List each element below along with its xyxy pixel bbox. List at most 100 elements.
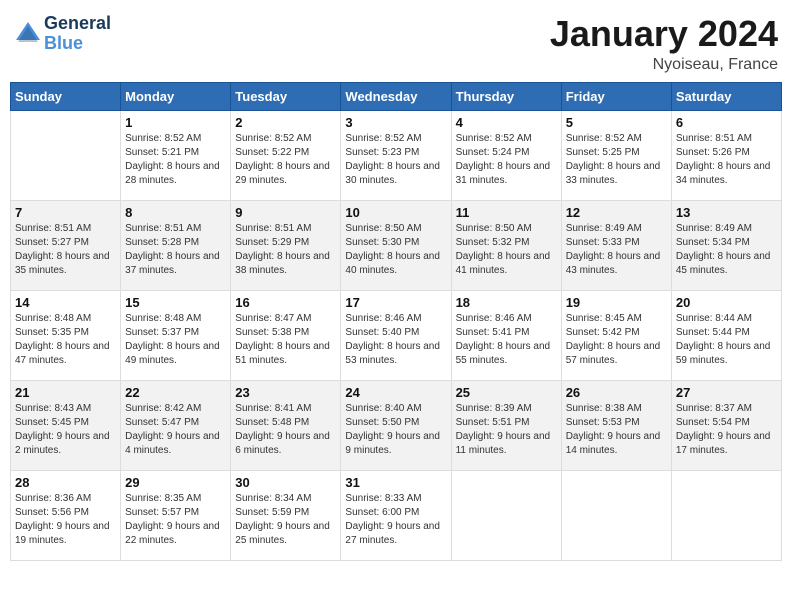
- calendar-day-cell: [671, 470, 781, 560]
- calendar-day-cell: 17Sunrise: 8:46 AMSunset: 5:40 PMDayligh…: [341, 290, 451, 380]
- sunrise-text: Sunrise: 8:50 AM: [345, 222, 446, 236]
- sunset-text: Sunset: 5:40 PM: [345, 326, 446, 340]
- day-number: 30: [235, 475, 336, 490]
- sunset-text: Sunset: 5:24 PM: [456, 146, 557, 160]
- sunrise-text: Sunrise: 8:52 AM: [456, 132, 557, 146]
- day-info: Sunrise: 8:52 AMSunset: 5:23 PMDaylight:…: [345, 132, 446, 188]
- day-number: 1: [125, 115, 226, 130]
- day-info: Sunrise: 8:43 AMSunset: 5:45 PMDaylight:…: [15, 402, 116, 458]
- daylight-text: Daylight: 8 hours and 49 minutes.: [125, 340, 226, 368]
- sunset-text: Sunset: 5:38 PM: [235, 326, 336, 340]
- daylight-text: Daylight: 9 hours and 27 minutes.: [345, 520, 446, 548]
- sunset-text: Sunset: 5:53 PM: [566, 416, 667, 430]
- day-info: Sunrise: 8:34 AMSunset: 5:59 PMDaylight:…: [235, 492, 336, 548]
- sunrise-text: Sunrise: 8:51 AM: [125, 222, 226, 236]
- sunrise-text: Sunrise: 8:40 AM: [345, 402, 446, 416]
- logo: General Blue: [14, 14, 111, 54]
- day-number: 22: [125, 385, 226, 400]
- daylight-text: Daylight: 9 hours and 19 minutes.: [15, 520, 116, 548]
- sunrise-text: Sunrise: 8:52 AM: [235, 132, 336, 146]
- daylight-text: Daylight: 8 hours and 37 minutes.: [125, 250, 226, 278]
- calendar-day-cell: 7 Sunrise: 8:51 AMSunset: 5:27 PMDaylight…: [11, 200, 121, 290]
- day-number: 28: [15, 475, 116, 490]
- location-title: Nyoiseau, France: [550, 56, 778, 74]
- day-info: Sunrise: 8:48 AMSunset: 5:35 PMDaylight:…: [15, 312, 116, 368]
- day-number: 10: [345, 205, 446, 220]
- sunrise-text: Sunrise: 8:48 AM: [15, 312, 116, 326]
- sunrise-text: Sunrise: 8:33 AM: [345, 492, 446, 506]
- calendar-day-cell: 28Sunrise: 8:36 AMSunset: 5:56 PMDayligh…: [11, 470, 121, 560]
- day-info: Sunrise: 8:42 AMSunset: 5:47 PMDaylight:…: [125, 402, 226, 458]
- daylight-text: Daylight: 8 hours and 55 minutes.: [456, 340, 557, 368]
- calendar-week-row: 1Sunrise: 8:52 AMSunset: 5:21 PMDaylight…: [11, 110, 782, 200]
- daylight-text: Daylight: 8 hours and 47 minutes.: [15, 340, 116, 368]
- sunset-text: Sunset: 5:47 PM: [125, 416, 226, 430]
- day-info: Sunrise: 8:40 AMSunset: 5:50 PMDaylight:…: [345, 402, 446, 458]
- calendar-day-cell: 12 Sunrise: 8:49 AMSunset: 5:33 PMDayligh…: [561, 200, 671, 290]
- day-number: 12: [566, 205, 667, 220]
- sunset-text: Sunset: 5:41 PM: [456, 326, 557, 340]
- daylight-text: Daylight: 8 hours and 59 minutes.: [676, 340, 777, 368]
- calendar-week-row: 21Sunrise: 8:43 AMSunset: 5:45 PMDayligh…: [11, 380, 782, 470]
- calendar-week-row: 28Sunrise: 8:36 AMSunset: 5:56 PMDayligh…: [11, 470, 782, 560]
- calendar-week-row: 7 Sunrise: 8:51 AMSunset: 5:27 PMDaylight…: [11, 200, 782, 290]
- sunset-text: Sunset: 5:28 PM: [125, 236, 226, 250]
- day-info: Sunrise: 8:51 AMSunset: 5:28 PMDaylight:…: [125, 222, 226, 278]
- day-info: Sunrise: 8:49 AMSunset: 5:34 PMDaylight:…: [676, 222, 777, 278]
- day-number: 3: [345, 115, 446, 130]
- sunset-text: Sunset: 5:45 PM: [15, 416, 116, 430]
- sunrise-text: Sunrise: 8:45 AM: [566, 312, 667, 326]
- weekday-header: Friday: [561, 82, 671, 110]
- calendar-day-cell: 23Sunrise: 8:41 AMSunset: 5:48 PMDayligh…: [231, 380, 341, 470]
- sunrise-text: Sunrise: 8:52 AM: [125, 132, 226, 146]
- weekday-header: Thursday: [451, 82, 561, 110]
- calendar-day-cell: 9 Sunrise: 8:51 AMSunset: 5:29 PMDaylight…: [231, 200, 341, 290]
- sunrise-text: Sunrise: 8:37 AM: [676, 402, 777, 416]
- day-number: 9: [235, 205, 336, 220]
- calendar-day-cell: 24Sunrise: 8:40 AMSunset: 5:50 PMDayligh…: [341, 380, 451, 470]
- day-number: 6: [676, 115, 777, 130]
- day-info: Sunrise: 8:47 AMSunset: 5:38 PMDaylight:…: [235, 312, 336, 368]
- daylight-text: Daylight: 9 hours and 9 minutes.: [345, 430, 446, 458]
- day-number: 2: [235, 115, 336, 130]
- sunset-text: Sunset: 5:44 PM: [676, 326, 777, 340]
- sunset-text: Sunset: 5:21 PM: [125, 146, 226, 160]
- sunset-text: Sunset: 5:48 PM: [235, 416, 336, 430]
- day-info: Sunrise: 8:41 AMSunset: 5:48 PMDaylight:…: [235, 402, 336, 458]
- calendar-day-cell: [11, 110, 121, 200]
- day-info: Sunrise: 8:52 AMSunset: 5:24 PMDaylight:…: [456, 132, 557, 188]
- sunset-text: Sunset: 5:57 PM: [125, 506, 226, 520]
- sunset-text: Sunset: 5:29 PM: [235, 236, 336, 250]
- day-info: Sunrise: 8:51 AMSunset: 5:27 PMDaylight:…: [15, 222, 116, 278]
- daylight-text: Daylight: 9 hours and 4 minutes.: [125, 430, 226, 458]
- sunrise-text: Sunrise: 8:43 AM: [15, 402, 116, 416]
- sunrise-text: Sunrise: 8:39 AM: [456, 402, 557, 416]
- weekday-header: Monday: [121, 82, 231, 110]
- daylight-text: Daylight: 8 hours and 30 minutes.: [345, 160, 446, 188]
- day-number: 15: [125, 295, 226, 310]
- day-number: 20: [676, 295, 777, 310]
- day-info: Sunrise: 8:52 AMSunset: 5:22 PMDaylight:…: [235, 132, 336, 188]
- day-info: Sunrise: 8:49 AMSunset: 5:33 PMDaylight:…: [566, 222, 667, 278]
- sunset-text: Sunset: 5:50 PM: [345, 416, 446, 430]
- daylight-text: Daylight: 9 hours and 17 minutes.: [676, 430, 777, 458]
- day-info: Sunrise: 8:48 AMSunset: 5:37 PMDaylight:…: [125, 312, 226, 368]
- calendar-day-cell: 8Sunrise: 8:51 AMSunset: 5:28 PMDaylight…: [121, 200, 231, 290]
- day-info: Sunrise: 8:51 AMSunset: 5:29 PMDaylight:…: [235, 222, 336, 278]
- sunrise-text: Sunrise: 8:49 AM: [566, 222, 667, 236]
- daylight-text: Daylight: 8 hours and 33 minutes.: [566, 160, 667, 188]
- calendar-day-cell: 11Sunrise: 8:50 AMSunset: 5:32 PMDayligh…: [451, 200, 561, 290]
- daylight-text: Daylight: 9 hours and 6 minutes.: [235, 430, 336, 458]
- sunrise-text: Sunrise: 8:34 AM: [235, 492, 336, 506]
- sunset-text: Sunset: 5:26 PM: [676, 146, 777, 160]
- calendar-day-cell: 14Sunrise: 8:48 AMSunset: 5:35 PMDayligh…: [11, 290, 121, 380]
- day-number: 7: [15, 205, 116, 220]
- calendar-day-cell: 4Sunrise: 8:52 AMSunset: 5:24 PMDaylight…: [451, 110, 561, 200]
- day-number: 11: [456, 205, 557, 220]
- day-number: 16: [235, 295, 336, 310]
- daylight-text: Daylight: 8 hours and 57 minutes.: [566, 340, 667, 368]
- daylight-text: Daylight: 8 hours and 29 minutes.: [235, 160, 336, 188]
- calendar-day-cell: 13Sunrise: 8:49 AMSunset: 5:34 PMDayligh…: [671, 200, 781, 290]
- calendar-day-cell: 2 Sunrise: 8:52 AMSunset: 5:22 PMDaylight…: [231, 110, 341, 200]
- sunrise-text: Sunrise: 8:48 AM: [125, 312, 226, 326]
